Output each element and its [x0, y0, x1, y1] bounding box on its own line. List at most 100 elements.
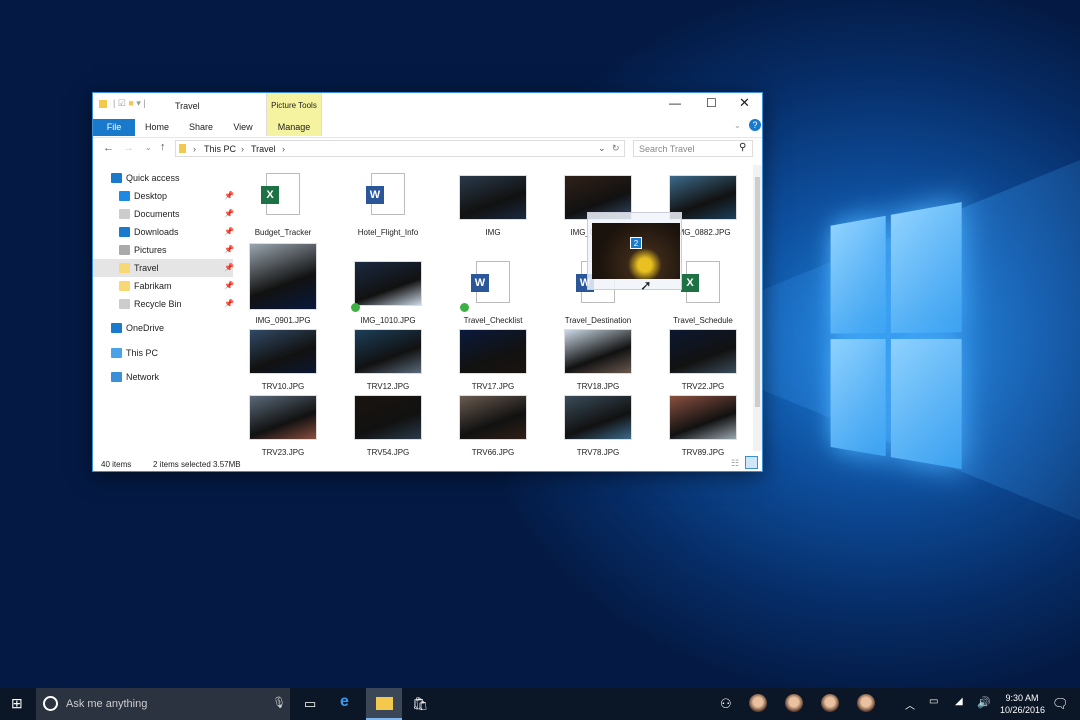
dragged-image-preview	[592, 223, 680, 279]
nav-label: Network	[126, 368, 159, 386]
address-bar[interactable]: › This PC › Travel › ⌄ ↻	[175, 140, 625, 157]
drag-preview: 2 ➚	[587, 212, 682, 290]
nav-item-onedrive[interactable]: OneDrive	[93, 319, 233, 337]
file-item[interactable]: TRV23.JPG	[233, 395, 333, 440]
back-button[interactable]: ←	[103, 142, 114, 154]
refresh-icon[interactable]: ↻	[612, 143, 620, 154]
minimize-button[interactable]: —	[669, 96, 681, 110]
file-item[interactable]: TRV22.JPG	[653, 329, 753, 374]
search-icon[interactable]: ⚲	[739, 142, 746, 153]
nav-label: OneDrive	[126, 319, 164, 337]
edge-icon[interactable]: e	[340, 693, 349, 711]
nav-label: This PC	[126, 344, 158, 362]
up-button[interactable]: ↑	[160, 141, 166, 153]
file-item[interactable]: IMG	[443, 175, 543, 220]
contact-avatar[interactable]	[821, 694, 839, 712]
file-item[interactable]: TRV66.JPG	[443, 395, 543, 440]
image-thumbnail	[564, 395, 632, 440]
nav-item-pictures[interactable]: Pictures 📌	[93, 241, 233, 259]
file-item[interactable]: TRV10.JPG	[233, 329, 333, 374]
tab-view[interactable]: View	[227, 119, 259, 136]
details-view-button[interactable]: ☷	[731, 458, 739, 469]
task-view-icon[interactable]: ▭	[304, 696, 316, 712]
file-name: TRV12.JPG	[338, 382, 438, 391]
recent-locations-icon[interactable]: ⌄	[145, 143, 152, 152]
file-item[interactable]: IMG_1010.JPG	[338, 261, 438, 306]
file-name: TRV54.JPG	[338, 448, 438, 457]
show-hidden-icons[interactable]: ︿	[905, 697, 915, 712]
nav-item-documents[interactable]: Documents 📌	[93, 205, 233, 223]
vertical-scrollbar[interactable]	[753, 165, 762, 451]
contact-avatar[interactable]	[749, 694, 767, 712]
clock[interactable]: 9:30 AM 10/26/2016	[1000, 692, 1044, 716]
help-icon[interactable]: ?	[749, 119, 761, 131]
folder-icon	[179, 144, 186, 153]
cortana-placeholder[interactable]: Ask me anything	[66, 698, 147, 710]
close-button[interactable]: ✕	[739, 95, 750, 111]
file-name: TRV78.JPG	[548, 448, 648, 457]
action-center-icon[interactable]: 🗨	[1052, 696, 1069, 712]
nav-item-this-pc[interactable]: This PC	[93, 344, 233, 362]
tab-file[interactable]: File	[93, 119, 135, 136]
tab-share[interactable]: Share	[185, 119, 217, 136]
file-item[interactable]: TRV12.JPG	[338, 329, 438, 374]
nav-item-desktop[interactable]: Desktop 📌	[93, 187, 233, 205]
maximize-button[interactable]: ☐	[706, 96, 717, 110]
contact-avatar[interactable]	[785, 694, 803, 712]
drag-count-badge: 2	[630, 237, 642, 249]
file-item[interactable]: IMG_0901.JPG	[233, 243, 333, 310]
battery-icon[interactable]: ▭	[929, 696, 938, 707]
search-box[interactable]: Search Travel ⚲	[633, 140, 753, 157]
microphone-icon[interactable]: 🎙	[272, 696, 286, 709]
forward-button[interactable]: →	[123, 142, 134, 154]
file-item[interactable]: TRV89.JPG	[653, 395, 753, 440]
contact-avatar[interactable]	[857, 694, 875, 712]
file-item[interactable]: X Budget_Tracker	[233, 173, 333, 215]
nav-item-recycle-bin[interactable]: Recycle Bin 📌	[93, 295, 233, 313]
word-file-icon: W	[476, 261, 510, 303]
tab-manage[interactable]: Manage	[269, 119, 319, 136]
start-button[interactable]: ⊞	[11, 695, 23, 712]
file-item[interactable]: W Hotel_Flight_Info	[338, 173, 438, 215]
volume-icon[interactable]: 🔊	[977, 696, 991, 709]
image-thumbnail	[459, 395, 527, 440]
nav-item-fabrikam[interactable]: Fabrikam 📌	[93, 277, 233, 295]
word-file-icon: W	[371, 173, 405, 215]
file-item[interactable]: TRV78.JPG	[548, 395, 648, 440]
file-item[interactable]: W Travel_Checklist	[443, 261, 543, 303]
nav-item-quick-access[interactable]: Quick access	[93, 169, 233, 187]
file-name: Travel_Schedule	[653, 316, 753, 325]
cortana-search-box[interactable]: Ask me anything 🎙	[36, 688, 290, 720]
people-icon[interactable]: ⚇	[720, 696, 732, 712]
file-item[interactable]: TRV54.JPG	[338, 395, 438, 440]
nav-label: Fabrikam	[134, 277, 172, 295]
file-name: TRV66.JPG	[443, 448, 543, 457]
file-name: TRV10.JPG	[233, 382, 333, 391]
nav-label: Pictures	[134, 241, 167, 259]
large-icons-view-button[interactable]	[745, 456, 758, 469]
folder-icon	[119, 263, 130, 273]
nav-label: Travel	[134, 259, 159, 277]
scrollbar-thumb[interactable]	[755, 177, 760, 407]
nav-item-network[interactable]: Network	[93, 368, 233, 386]
address-dropdown-icon[interactable]: ⌄	[598, 143, 606, 154]
nav-item-travel[interactable]: Travel 📌	[93, 259, 233, 277]
download-icon	[119, 227, 130, 237]
breadcrumb-travel[interactable]: Travel	[251, 144, 276, 154]
image-thumbnail	[669, 329, 737, 374]
file-item[interactable]: TRV17.JPG	[443, 329, 543, 374]
wifi-icon[interactable]: ◢	[955, 696, 963, 707]
sync-check-icon	[460, 303, 469, 312]
file-explorer-taskbar-button[interactable]	[366, 688, 402, 720]
nav-label: Desktop	[134, 187, 167, 205]
quick-access-toolbar[interactable]: | ☑ ■ ▾ |	[113, 98, 146, 109]
expand-ribbon-icon[interactable]: ⌄	[734, 121, 741, 130]
nav-label: Downloads	[134, 223, 179, 241]
store-icon[interactable]: 🛍	[412, 696, 429, 712]
breadcrumb-this-pc[interactable]: This PC	[204, 144, 236, 154]
search-input[interactable]: Search Travel	[639, 144, 695, 154]
file-item[interactable]: TRV18.JPG	[548, 329, 648, 374]
tab-home[interactable]: Home	[141, 119, 173, 136]
nav-item-downloads[interactable]: Downloads 📌	[93, 223, 233, 241]
file-name: TRV89.JPG	[653, 448, 753, 457]
